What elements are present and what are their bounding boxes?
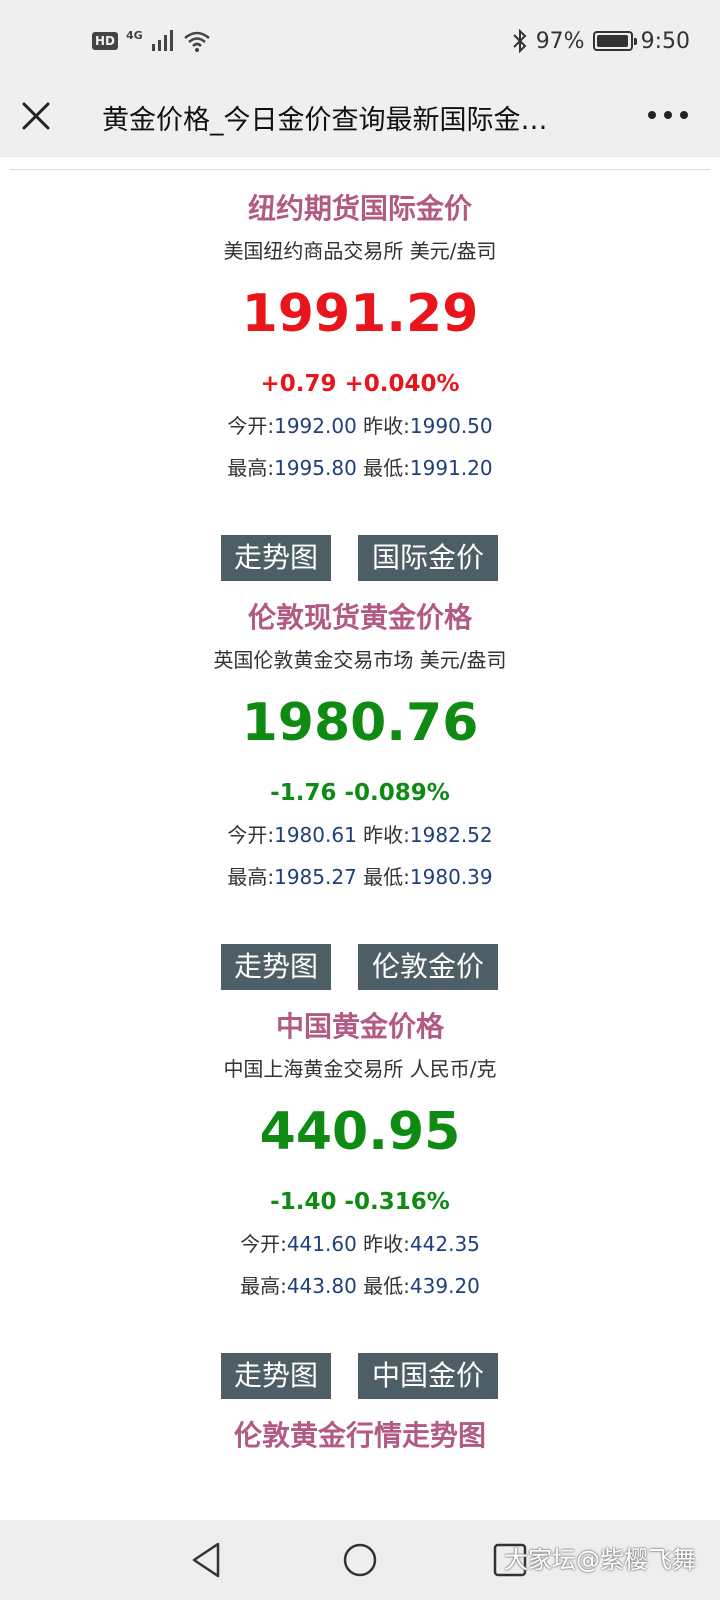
- trend-chart-button[interactable]: 走势图: [221, 535, 331, 581]
- section-subtitle: 中国上海黄金交易所 人民币/克: [223, 1057, 497, 1081]
- price-stats: 今开:441.60 昨收:442.35 最高:443.80 最低:439.20: [0, 1229, 720, 1301]
- system-nav-bar: 大家坛@紫樱飞舞: [0, 1520, 720, 1600]
- prev-close-label: 昨收:: [363, 1232, 410, 1256]
- international-gold-price-button[interactable]: 国际金价: [358, 535, 498, 581]
- low-label: 最低:: [363, 456, 410, 480]
- section-buttons: 走势图 伦敦金价: [0, 944, 720, 990]
- low-value: 1991.20: [409, 456, 493, 480]
- open-label: 今开:: [227, 414, 275, 438]
- high-label: 最高:: [227, 456, 275, 480]
- low-label: 最低:: [363, 865, 410, 889]
- prev-close-value: 1990.50: [409, 414, 493, 438]
- close-button[interactable]: [16, 96, 56, 136]
- china-gold-price-button[interactable]: 中国金价: [358, 1353, 498, 1399]
- close-icon: [22, 102, 50, 130]
- section-title: 伦敦现货黄金价格: [247, 601, 472, 634]
- open-prev-row: 今开:1980.61 昨收:1982.52: [0, 820, 720, 850]
- battery-percent: 97%: [535, 28, 585, 54]
- prev-close-label: 昨收:: [363, 823, 410, 847]
- low-label: 最低:: [363, 1274, 410, 1298]
- section-subtitle: 美国纽约商品交易所 美元/盎司: [223, 239, 497, 263]
- prev-close-label: 昨收:: [363, 414, 410, 438]
- page-title: 黄金价格_今日金价查询最新国际金…: [102, 105, 548, 136]
- high-low-row: 最高:1995.80 最低:1991.20: [0, 453, 720, 483]
- open-prev-row: 今开:1992.00 昨收:1990.50: [0, 411, 720, 441]
- high-value: 443.80: [286, 1274, 357, 1298]
- bluetooth-icon: [512, 28, 527, 54]
- section-title: 中国黄金价格: [275, 1010, 444, 1043]
- current-price: 1980.76: [241, 693, 479, 753]
- open-value: 441.60: [286, 1232, 357, 1256]
- price-change: +0.79 +0.040%: [260, 371, 460, 397]
- low-value: 1980.39: [409, 865, 493, 889]
- price-stats: 今开:1992.00 昨收:1990.50 最高:1995.80 最低:1991…: [0, 411, 720, 483]
- quote-section-newyork: 纽约期货国际金价 美国纽约商品交易所 美元/盎司 1991.29 +0.79 +…: [0, 189, 720, 483]
- current-price: 1991.29: [241, 284, 479, 344]
- high-value: 1995.80: [274, 456, 357, 480]
- quote-section-london: 伦敦现货黄金价格 英国伦敦黄金交易市场 美元/盎司 1980.76 -1.76 …: [0, 598, 720, 892]
- london-gold-price-button[interactable]: 伦敦金价: [358, 944, 498, 990]
- battery-fill: [596, 35, 628, 47]
- section-subtitle: 英国伦敦黄金交易市场 美元/盎司: [213, 648, 507, 672]
- back-icon: [192, 1542, 220, 1578]
- price-change: -1.40 -0.316%: [270, 1189, 450, 1215]
- price-stats: 今开:1980.61 昨收:1982.52 最高:1985.27 最低:1980…: [0, 820, 720, 892]
- network-type: 4G: [126, 28, 143, 42]
- low-value: 439.20: [409, 1274, 480, 1298]
- open-label: 今开:: [240, 1232, 287, 1256]
- prev-close-value: 1982.52: [409, 823, 493, 847]
- hd-badge: HD: [92, 32, 119, 50]
- open-value: 1992.00: [274, 414, 357, 438]
- section-buttons: 走势图 中国金价: [0, 1353, 720, 1399]
- status-right: 97% 9:50: [512, 28, 690, 54]
- status-bar: HD 4G 97% 9:50: [0, 0, 720, 86]
- section-buttons: 走势图 国际金价: [0, 535, 720, 581]
- battery-icon: [592, 31, 637, 51]
- high-low-row: 最高:1985.27 最低:1980.39: [0, 862, 720, 892]
- back-button[interactable]: [186, 1538, 230, 1582]
- quote-section-china: 中国黄金价格 中国上海黄金交易所 人民币/克 440.95 -1.40 -0.3…: [0, 1007, 720, 1301]
- trend-chart-button[interactable]: 走势图: [221, 1353, 331, 1399]
- home-icon: [343, 1543, 377, 1577]
- open-label: 今开:: [227, 823, 275, 847]
- clock: 9:50: [640, 28, 690, 54]
- status-left: HD 4G: [92, 30, 211, 52]
- london-trend-heading: 伦敦黄金行情走势图: [233, 1419, 486, 1452]
- price-change: -1.76 -0.089%: [270, 780, 450, 806]
- open-value: 1980.61: [274, 823, 357, 847]
- high-low-row: 最高:443.80 最低:439.20: [0, 1271, 720, 1301]
- signal-icon: [151, 30, 173, 51]
- title-bar: 黄金价格_今日金价查询最新国际金…: [0, 86, 720, 156]
- high-value: 1985.27: [274, 865, 357, 889]
- divider: [10, 169, 710, 170]
- watermark: 大家坛@紫樱飞舞: [504, 1546, 696, 1574]
- high-label: 最高:: [240, 1274, 287, 1298]
- prev-close-value: 442.35: [409, 1232, 480, 1256]
- section-title: 纽约期货国际金价: [247, 192, 472, 225]
- open-prev-row: 今开:441.60 昨收:442.35: [0, 1229, 720, 1259]
- home-button[interactable]: [338, 1538, 382, 1582]
- trend-chart-button[interactable]: 走势图: [221, 944, 331, 990]
- more-icon: [648, 111, 688, 119]
- web-content: 纽约期货国际金价 美国纽约商品交易所 美元/盎司 1991.29 +0.79 +…: [0, 156, 720, 1520]
- wifi-icon: [183, 31, 210, 52]
- high-label: 最高:: [227, 865, 275, 889]
- current-price: 440.95: [259, 1102, 461, 1162]
- more-button[interactable]: [646, 100, 690, 130]
